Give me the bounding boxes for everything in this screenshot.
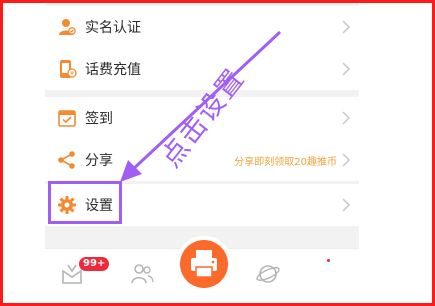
settings-highlight-box xyxy=(48,181,122,224)
annotation-arrow xyxy=(120,30,282,182)
